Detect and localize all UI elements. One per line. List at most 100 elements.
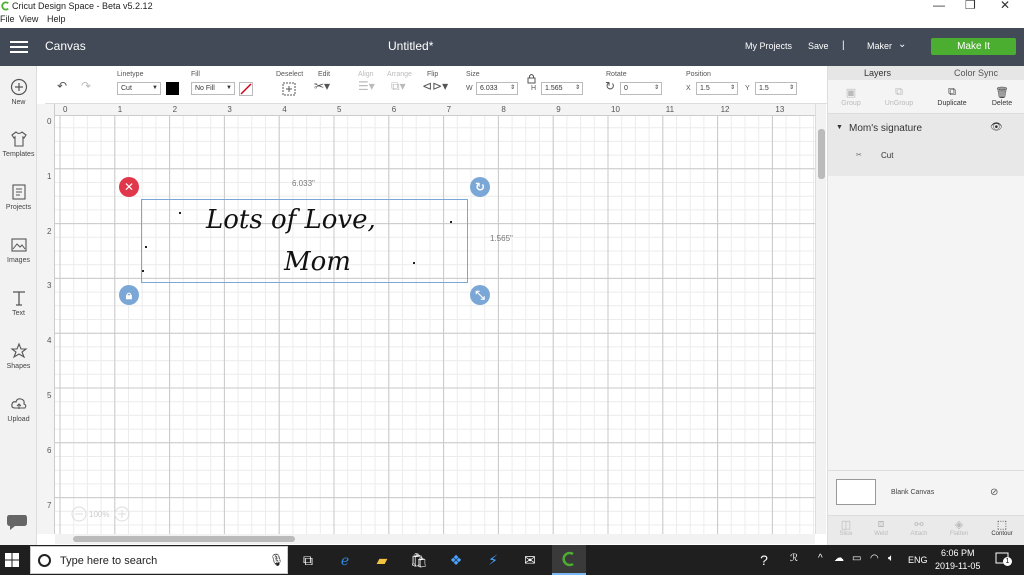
hamburger-menu-icon[interactable]: [10, 41, 28, 53]
layer-group-row[interactable]: ▼ Mom's signature 👁︎ ✂︎ Cut: [828, 114, 1024, 176]
width-input[interactable]: 6.033 ⇕: [476, 82, 518, 95]
search-placeholder: Type here to search: [60, 555, 158, 567]
sidebar-item-images[interactable]: Images: [0, 236, 37, 264]
rotate-handle-icon[interactable]: ↻: [470, 177, 490, 197]
eye-hidden-icon[interactable]: ⊘: [990, 487, 998, 498]
contour-button[interactable]: ⬚ Contour: [985, 518, 1019, 537]
clock-date[interactable]: 2019-11-05: [935, 561, 980, 571]
tray-expand-icon[interactable]: ^: [818, 553, 823, 564]
weld-button[interactable]: ⧈ Weld: [864, 518, 898, 537]
shapes-icon: [9, 342, 28, 359]
file-explorer-icon[interactable]: ▰: [372, 550, 392, 570]
maximize-button[interactable]: ❐: [965, 0, 976, 12]
signature-line-1: Lots of Love,: [205, 205, 376, 235]
rotate-input[interactable]: 0 ⇕: [620, 82, 662, 95]
my-projects-link[interactable]: My Projects: [745, 41, 792, 51]
vertical-scroll-thumb[interactable]: [818, 129, 825, 179]
microphone-icon[interactable]: 🎙︎: [269, 553, 284, 567]
stepper-icon: ⇕: [574, 85, 580, 91]
horizontal-scrollbar[interactable]: [55, 534, 815, 544]
taskbar-search[interactable]: Type here to search 🎙︎: [30, 546, 288, 574]
sidebar-item-text[interactable]: Text: [0, 289, 37, 317]
duplicate-button[interactable]: ⧉ Duplicate: [932, 86, 972, 107]
help-icon[interactable]: ?: [754, 550, 774, 570]
dropbox-icon[interactable]: ❖: [446, 550, 466, 570]
group-button[interactable]: ▣ Group: [831, 86, 871, 107]
lightning-app-icon[interactable]: ⚡︎: [483, 550, 503, 570]
linetype-color-swatch[interactable]: [166, 82, 179, 95]
language-indicator[interactable]: ENG: [908, 555, 928, 565]
store-icon[interactable]: 🛍︎: [409, 550, 429, 570]
design-canvas[interactable]: [45, 104, 815, 534]
ungroup-button[interactable]: ⧉ UnGroup: [879, 86, 919, 107]
tab-color-sync[interactable]: Color Sync: [954, 68, 998, 78]
title-bar: Cricut Design Space - Beta v5.2.12 — ❐ ✕: [0, 0, 1024, 13]
onedrive-icon[interactable]: ☁︎: [834, 553, 844, 564]
ruler-left-label: 7: [47, 500, 52, 510]
align-icon[interactable]: ☰▾: [358, 79, 375, 93]
deselect-icon[interactable]: [282, 82, 296, 96]
sidebar-item-templates[interactable]: Templates: [0, 130, 37, 158]
resize-handle-icon[interactable]: ⤡: [470, 285, 490, 305]
fill-select[interactable]: No Fill ▼: [191, 82, 235, 95]
undo-icon[interactable]: ↶: [57, 79, 67, 93]
flip-icon[interactable]: ⊲⊳▾: [422, 79, 448, 93]
collapse-caret-icon[interactable]: ▼: [836, 124, 843, 131]
minimize-button[interactable]: —: [933, 0, 945, 12]
mail-icon[interactable]: ✉︎: [520, 550, 540, 570]
windows-start-icon[interactable]: [4, 552, 20, 568]
wifi-icon[interactable]: ◠: [870, 553, 879, 564]
arrange-icon[interactable]: ⧉▾: [391, 79, 406, 94]
edit-scissors-icon[interactable]: ✂▾: [314, 79, 330, 93]
tab-layers[interactable]: Layers: [864, 68, 891, 78]
redo-icon[interactable]: ↷: [81, 79, 91, 93]
clock-time[interactable]: 6:06 PM: [941, 548, 975, 558]
make-it-button[interactable]: Make It: [931, 38, 1016, 55]
blank-canvas-swatch[interactable]: [836, 479, 876, 505]
blank-canvas-row[interactable]: Blank Canvas ⊘: [828, 470, 1024, 515]
people-icon[interactable]: ℛ: [790, 553, 798, 564]
menu-file[interactable]: File: [0, 13, 15, 26]
delete-button[interactable]: 🗑︎ Delete: [982, 86, 1022, 107]
lock-icon[interactable]: [527, 73, 536, 84]
delete-handle-icon[interactable]: ✕: [119, 177, 139, 197]
weld-icon: ⧈: [877, 518, 885, 530]
sidebar-item-shapes[interactable]: Shapes: [0, 342, 37, 370]
layer-tools: ◫ Slice ⧈ Weld ⚯ Attach ◈ Flatten ⬚ Cont…: [828, 515, 1024, 545]
network-icon[interactable]: ▭: [852, 553, 861, 564]
vertical-scrollbar[interactable]: [815, 104, 826, 534]
signature-image[interactable]: Lots of Love, Mom: [200, 198, 400, 283]
attach-button[interactable]: ⚯ Attach: [902, 518, 936, 537]
volume-icon[interactable]: 🔈︎: [888, 553, 894, 564]
position-y-input[interactable]: 1.5 ⇕: [755, 82, 797, 95]
taskbar-cricut-active[interactable]: [552, 545, 586, 575]
ruler-top-label: 11: [665, 105, 675, 114]
app-header: Canvas Untitled* My Projects Save | Make…: [0, 28, 1024, 66]
sidebar-item-new[interactable]: New: [0, 78, 37, 106]
no-fill-swatch-icon[interactable]: [239, 82, 253, 96]
save-button[interactable]: Save: [808, 41, 829, 51]
horizontal-scroll-thumb[interactable]: [73, 536, 295, 542]
machine-selector[interactable]: Maker: [867, 41, 892, 51]
flatten-button[interactable]: ◈ Flatten: [942, 518, 976, 537]
position-x-input[interactable]: 1.5 ⇕: [696, 82, 738, 95]
task-view-icon[interactable]: ⧉: [298, 550, 318, 570]
linetype-select[interactable]: Cut ▼: [117, 82, 161, 95]
eye-icon[interactable]: 👁︎: [990, 122, 1003, 133]
menu-help[interactable]: Help: [47, 13, 66, 26]
edge-browser-icon[interactable]: ℯ: [335, 550, 355, 570]
close-button[interactable]: ✕: [1000, 0, 1010, 12]
ruler-left-label: 2: [47, 226, 52, 236]
notification-center-icon[interactable]: 1: [995, 552, 1012, 566]
slice-button[interactable]: ◫ Slice: [829, 518, 863, 537]
chevron-down-icon[interactable]: ⌄: [898, 39, 906, 50]
lock-handle-icon[interactable]: 🔒︎: [119, 285, 139, 305]
sidebar-item-upload[interactable]: Upload: [0, 395, 37, 423]
cricut-app-icon: [562, 551, 574, 567]
chat-icon[interactable]: [6, 513, 28, 531]
sidebar-item-projects[interactable]: Projects: [0, 183, 37, 211]
height-input[interactable]: 1.565 ⇕: [541, 82, 583, 95]
menu-view[interactable]: View: [19, 13, 38, 26]
cut-linetype-icon: ✂︎: [856, 152, 862, 159]
layer-item-name[interactable]: Cut: [881, 151, 893, 160]
